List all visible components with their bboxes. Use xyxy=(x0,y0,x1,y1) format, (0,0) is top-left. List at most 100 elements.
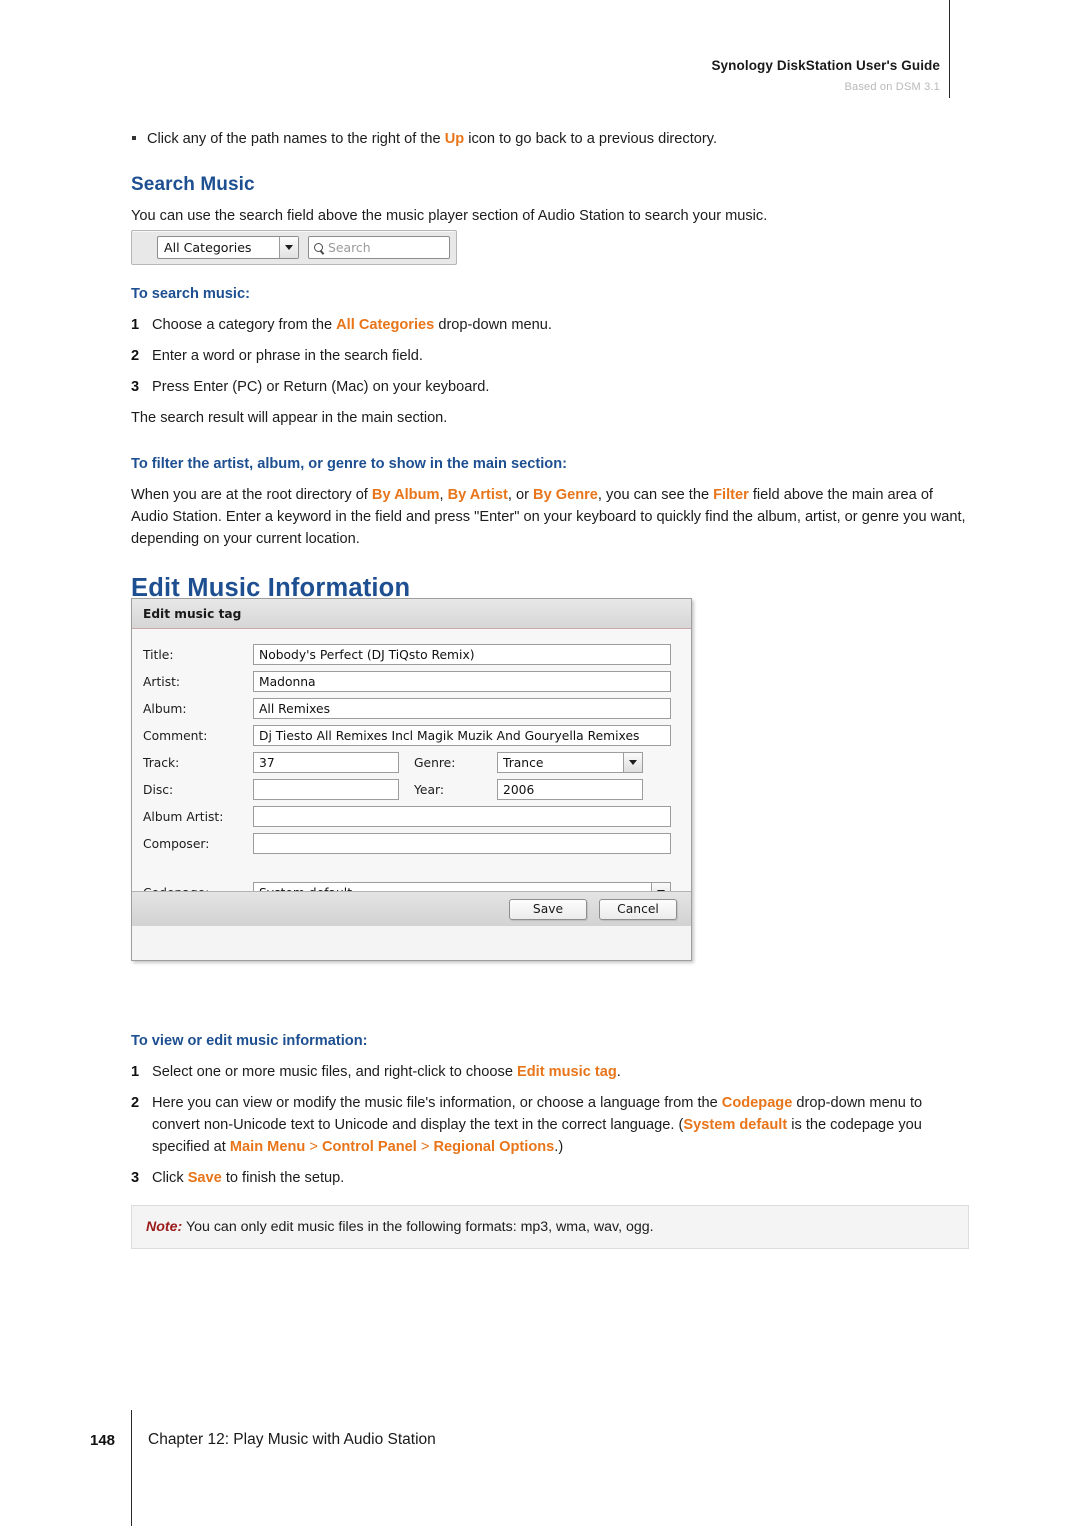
edit-music-tag-dialog: Edit music tag Title: Nobody's Perfect (… xyxy=(131,598,692,961)
note-text: You can only edit music files in the fol… xyxy=(182,1219,654,1235)
main-menu-link[interactable]: Main Menu xyxy=(230,1139,305,1155)
step-text: Choose a category from the All Categorie… xyxy=(152,314,969,336)
note-label: Note: xyxy=(146,1219,183,1235)
step-text: Click Save to finish the setup. xyxy=(152,1167,969,1189)
composer-row: Composer: xyxy=(132,830,691,857)
album-artist-row: Album Artist: xyxy=(132,803,691,830)
step3-post: to finish the setup. xyxy=(221,1170,345,1186)
track-field[interactable]: 37 xyxy=(253,752,399,773)
disc-field[interactable] xyxy=(253,779,399,800)
track-label: Track: xyxy=(143,755,180,770)
artist-field[interactable]: Madonna xyxy=(253,671,671,692)
save-button[interactable]: Save xyxy=(509,898,587,920)
disc-year-row: Disc: Year: 2006 xyxy=(132,776,691,803)
chevron-down-icon[interactable] xyxy=(279,237,298,258)
title-row: Title: Nobody's Perfect (DJ TiQsto Remix… xyxy=(132,641,691,668)
comment-row: Comment: Dj Tiesto All Remixes Incl Magi… xyxy=(132,722,691,749)
album-artist-field[interactable] xyxy=(253,806,671,827)
to-search-music-subhead: To search music: xyxy=(131,286,250,302)
by-album-link[interactable]: By Album xyxy=(372,487,440,503)
step-number: 2 xyxy=(131,348,140,364)
list-item: 3 Click Save to finish the setup. xyxy=(131,1167,969,1189)
bullet-item: Click any of the path names to the right… xyxy=(131,128,969,150)
chapter-label: Chapter 12: Play Music with Audio Statio… xyxy=(148,1431,436,1448)
step-text: Here you can view or modify the music fi… xyxy=(152,1092,969,1158)
bullet-text-pre: Click any of the path names to the right… xyxy=(147,131,445,147)
genre-select[interactable]: Trance xyxy=(497,752,643,773)
title-field[interactable]: Nobody's Perfect (DJ TiQsto Remix) xyxy=(253,644,671,665)
dialog-footer: Save Cancel xyxy=(132,891,691,926)
step-text: Select one or more music files, and righ… xyxy=(152,1061,969,1083)
step-text-pre: Choose a category from the xyxy=(152,317,337,333)
composer-label: Composer: xyxy=(143,836,210,851)
step-text: Enter a word or phrase in the search fie… xyxy=(152,348,423,364)
list-item: 1 Select one or more music files, and ri… xyxy=(131,1061,969,1083)
step-number: 1 xyxy=(131,1064,140,1080)
control-panel-link[interactable]: Control Panel xyxy=(322,1139,417,1155)
magnifier-icon xyxy=(314,242,323,252)
all-categories-link[interactable]: All Categories xyxy=(336,317,434,333)
list-item: 2 Here you can view or modify the music … xyxy=(131,1092,969,1158)
save-link[interactable]: Save xyxy=(188,1170,222,1186)
bullet-text-post: icon to go back to a previous directory. xyxy=(464,131,718,147)
step-number: 3 xyxy=(131,1170,140,1186)
comment-field[interactable]: Dj Tiesto All Remixes Incl Magik Muzik A… xyxy=(253,725,671,746)
by-artist-link[interactable]: By Artist xyxy=(448,487,508,503)
genre-label: Genre: xyxy=(414,755,456,770)
artist-row: Artist: Madonna xyxy=(132,668,691,695)
bullet-marker-icon xyxy=(131,128,147,150)
chevron-down-icon[interactable] xyxy=(623,752,643,773)
composer-field[interactable] xyxy=(253,833,671,854)
system-default-link[interactable]: System default xyxy=(683,1117,787,1133)
filter-p-d: , you can see the xyxy=(597,487,714,503)
list-item: 2 Enter a word or phrase in the search f… xyxy=(131,345,969,367)
list-item: 3 Press Enter (PC) or Return (Mac) on yo… xyxy=(131,376,969,398)
step1-pre: Select one or more music files, and righ… xyxy=(152,1064,518,1080)
step2-sep2: > xyxy=(416,1139,434,1155)
filter-p-a: When you are at the root directory of xyxy=(131,487,372,503)
genre-select-value: Trance xyxy=(503,755,544,770)
dialog-body: Title: Nobody's Perfect (DJ TiQsto Remix… xyxy=(132,629,691,926)
by-genre-link[interactable]: By Genre xyxy=(533,487,598,503)
view-edit-subhead: To view or edit music information: xyxy=(131,1033,368,1049)
step-text: Press Enter (PC) or Return (Mac) on your… xyxy=(152,379,490,395)
page-number: 148 xyxy=(90,1431,116,1449)
up-link[interactable]: Up xyxy=(445,131,464,147)
dialog-title: Edit music tag xyxy=(132,599,691,629)
search-music-heading: Search Music xyxy=(131,174,255,195)
step-text-post: drop-down menu. xyxy=(434,317,552,333)
filter-link[interactable]: Filter xyxy=(713,487,749,503)
search-input[interactable]: Search xyxy=(308,236,450,259)
codepage-link[interactable]: Codepage xyxy=(722,1095,793,1111)
regional-options-link[interactable]: Regional Options xyxy=(433,1139,554,1155)
cancel-button[interactable]: Cancel xyxy=(599,898,677,920)
disc-label: Disc: xyxy=(143,782,174,797)
footer-vertical-rule xyxy=(131,1410,132,1526)
album-label: Album: xyxy=(143,701,187,716)
year-field[interactable]: 2006 xyxy=(497,779,643,800)
artist-label: Artist: xyxy=(143,674,181,689)
search-widget-screenshot: All Categories Search xyxy=(131,230,457,265)
year-label: Year: xyxy=(414,782,444,797)
search-music-steps: 1 Choose a category from the All Categor… xyxy=(131,314,969,398)
step-number: 1 xyxy=(131,317,140,333)
step2-a: Here you can view or modify the music fi… xyxy=(152,1095,722,1111)
search-music-intro: You can use the search field above the m… xyxy=(131,208,768,224)
title-label: Title: xyxy=(143,647,174,662)
category-select-value: All Categories xyxy=(164,240,252,255)
filter-subhead: To filter the artist, album, or genre to… xyxy=(131,456,567,472)
filter-p-b: , xyxy=(439,487,448,503)
step3-pre: Click xyxy=(152,1170,188,1186)
track-genre-row: Track: 37 Genre: Trance xyxy=(132,749,691,776)
filter-paragraph: When you are at the root directory of By… xyxy=(131,484,969,550)
document-page: Synology DiskStation User's Guide Based … xyxy=(0,0,1080,1526)
step-number: 2 xyxy=(131,1095,140,1111)
step2-sep1: > xyxy=(305,1139,322,1155)
bullet-text: Click any of the path names to the right… xyxy=(147,128,717,150)
page-footer: 148 Chapter 12: Play Music with Audio St… xyxy=(90,1431,436,1449)
album-field[interactable]: All Remixes xyxy=(253,698,671,719)
category-select[interactable]: All Categories xyxy=(157,236,299,259)
step1-post: . xyxy=(616,1064,621,1080)
comment-label: Comment: xyxy=(143,728,208,743)
edit-music-tag-link[interactable]: Edit music tag xyxy=(517,1064,617,1080)
